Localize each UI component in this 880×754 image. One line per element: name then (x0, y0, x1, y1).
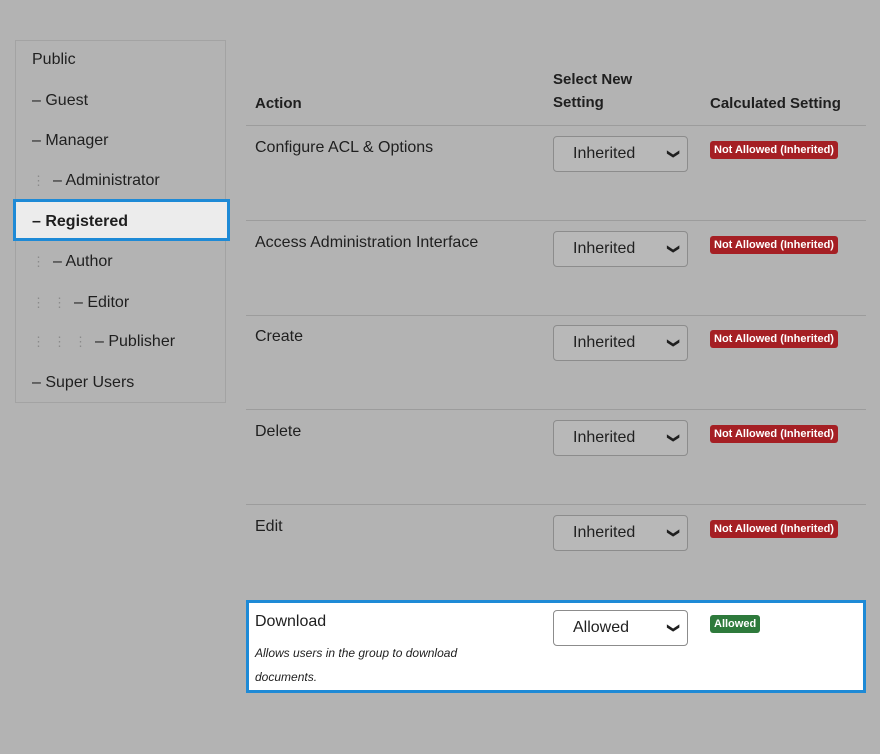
calculated-setting-badge: Not Allowed (Inherited) (710, 425, 838, 443)
vertical-dots-icon: ⋮ (32, 173, 45, 188)
group-label: – Registered (32, 213, 129, 230)
group-item-administrator[interactable]: ⋮ – Administrator (16, 164, 225, 198)
group-label: – Super Users (32, 374, 135, 391)
chevron-down-icon: ❯ (666, 432, 681, 444)
action-label: Edit (255, 518, 283, 535)
calculated-setting-badge: Allowed (710, 615, 761, 633)
chevron-down-icon: ❯ (666, 622, 681, 634)
setting-value: Inherited (573, 334, 636, 351)
group-label: Public (32, 51, 76, 68)
column-header-action: Action (255, 95, 302, 112)
group-item-manager[interactable]: – Manager (16, 124, 225, 158)
group-item-super-users[interactable]: – Super Users (16, 366, 225, 400)
chevron-down-icon: ❯ (666, 337, 681, 349)
setting-value: Inherited (573, 524, 636, 541)
row-divider (246, 125, 866, 126)
column-header-select-new-setting: Select New Setting (553, 71, 633, 111)
group-label: – Publisher (95, 333, 176, 350)
user-group-list: Public – Guest – Manager ⋮ – Administrato… (13, 40, 230, 403)
group-label: – Manager (32, 132, 109, 149)
vertical-dots-icon: ⋮ (53, 334, 66, 349)
group-item-guest[interactable]: – Guest (16, 84, 225, 118)
group-item-registered[interactable]: – Registered (13, 199, 230, 241)
group-item-publisher[interactable]: ⋮ ⋮ ⋮ – Publisher (16, 325, 225, 359)
row-divider (246, 409, 866, 410)
chevron-down-icon: ❯ (666, 148, 681, 160)
row-divider (246, 315, 866, 316)
group-item-public[interactable]: Public (16, 43, 225, 77)
group-item-editor[interactable]: ⋮ ⋮ – Editor (16, 286, 225, 320)
group-label: – Guest (32, 92, 89, 109)
action-label: Download (255, 613, 327, 630)
setting-select[interactable]: Inherited ❯ (553, 325, 688, 361)
vertical-dots-icon: ⋮ (74, 334, 87, 349)
setting-select[interactable]: Inherited ❯ (553, 420, 688, 456)
calculated-setting-badge: Not Allowed (Inherited) (710, 236, 838, 254)
chevron-down-icon: ❯ (666, 243, 681, 255)
action-label: Create (255, 328, 304, 345)
action-label: Delete (255, 423, 302, 440)
setting-select[interactable]: Inherited ❯ (553, 231, 688, 267)
setting-value: Inherited (573, 240, 636, 257)
calculated-setting-badge: Not Allowed (Inherited) (710, 520, 838, 538)
column-header-calculated-setting: Calculated Setting (710, 95, 841, 112)
vertical-dots-icon: ⋮ (32, 254, 45, 269)
setting-select[interactable]: Inherited ❯ (553, 515, 688, 551)
setting-value: Inherited (573, 145, 636, 162)
setting-value: Inherited (573, 429, 636, 446)
calculated-setting-badge: Not Allowed (Inherited) (710, 141, 838, 159)
setting-select[interactable]: Allowed ❯ (553, 610, 688, 646)
vertical-dots-icon: ⋮ (32, 334, 45, 349)
row-divider (246, 220, 866, 221)
group-label: – Administrator (53, 172, 160, 189)
group-label: – Editor (74, 294, 130, 311)
calculated-setting-badge: Not Allowed (Inherited) (710, 330, 838, 348)
vertical-dots-icon: ⋮ (32, 295, 45, 310)
group-item-author[interactable]: ⋮ – Author (16, 245, 225, 279)
chevron-down-icon: ❯ (666, 527, 681, 539)
action-description: Allows users in the group to download do… (255, 646, 458, 684)
setting-value: Allowed (573, 619, 630, 636)
row-divider (246, 504, 866, 505)
setting-select[interactable]: Inherited ❯ (553, 136, 688, 172)
action-label: Access Administration Interface (255, 234, 479, 251)
group-label: – Author (53, 253, 113, 270)
action-label: Configure ACL & Options (255, 139, 434, 156)
vertical-dots-icon: ⋮ (53, 295, 66, 310)
